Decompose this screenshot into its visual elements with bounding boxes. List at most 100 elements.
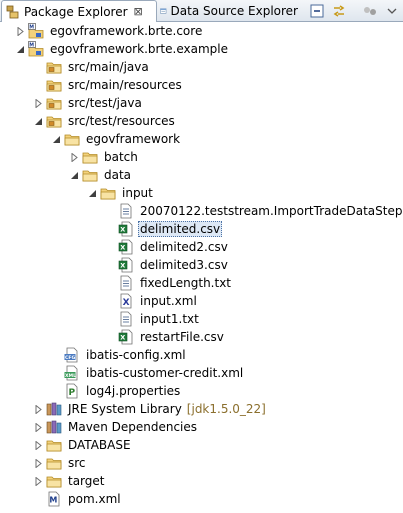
collapsed-twisty-icon[interactable] bbox=[32, 418, 44, 436]
tree-item[interactable]: batch bbox=[68, 148, 140, 166]
tree-item-label: pom.xml bbox=[68, 492, 121, 506]
csv-file-icon bbox=[118, 257, 134, 273]
tree-item[interactable]: fixedLength.txt bbox=[104, 274, 233, 292]
expanded-twisty-icon[interactable] bbox=[50, 130, 62, 148]
expanded-twisty-icon[interactable] bbox=[68, 166, 80, 184]
tree-item[interactable]: egovframework.brte.example bbox=[14, 40, 230, 58]
collapsed-twisty-icon[interactable] bbox=[32, 472, 44, 490]
package-explorer-icon bbox=[6, 5, 19, 18]
tree-item[interactable]: delimited.csv bbox=[104, 220, 223, 238]
collapsed-twisty-icon[interactable] bbox=[14, 22, 26, 40]
tree-item-label: delimited2.csv bbox=[140, 240, 228, 254]
tree-item-label: egovframework.brte.example bbox=[50, 42, 228, 56]
tree-item[interactable]: input bbox=[86, 184, 155, 202]
view-tab-bar: Package Explorer ⊠ Data Source Explorer bbox=[0, 0, 403, 22]
tree-item-label: delimited3.csv bbox=[140, 258, 228, 272]
tree-item-label: input1.txt bbox=[140, 312, 199, 326]
tree-item[interactable]: 20070122.teststream.ImportTradeDataStep.… bbox=[104, 202, 403, 220]
collapse-all-icon[interactable] bbox=[309, 3, 325, 19]
tree-item-label: egovframework bbox=[86, 132, 181, 146]
view-menu-icon[interactable] bbox=[362, 3, 378, 19]
csv-file-icon bbox=[118, 239, 134, 255]
text-file-icon bbox=[118, 203, 134, 219]
tree-item[interactable]: log4j.properties bbox=[50, 382, 182, 400]
tree-item[interactable]: input.xml bbox=[104, 292, 199, 310]
link-with-editor-icon[interactable] bbox=[331, 3, 347, 19]
tree-item[interactable]: src bbox=[32, 454, 88, 472]
tree-item[interactable]: src/main/resources bbox=[32, 76, 184, 94]
expanded-twisty-icon[interactable] bbox=[86, 184, 98, 202]
text-file-icon bbox=[118, 275, 134, 291]
tree-item[interactable]: src/test/resources bbox=[32, 112, 177, 130]
expanded-twisty-icon[interactable] bbox=[14, 40, 26, 58]
collapsed-twisty-icon[interactable] bbox=[32, 454, 44, 472]
maven-project-icon bbox=[28, 23, 44, 39]
folder-icon bbox=[100, 185, 116, 201]
close-icon[interactable]: ⊠ bbox=[134, 5, 143, 18]
collapsed-twisty-icon[interactable] bbox=[32, 400, 44, 418]
tree-item[interactable]: pom.xml bbox=[32, 490, 123, 508]
source-folder-icon bbox=[46, 113, 62, 129]
tree-item-label: input.xml bbox=[140, 294, 197, 308]
folder-icon bbox=[46, 437, 62, 453]
tree-item-label: log4j.properties bbox=[86, 384, 181, 398]
chevron-down-icon[interactable] bbox=[384, 3, 400, 19]
collapsed-twisty-icon[interactable] bbox=[32, 94, 44, 112]
tree-item[interactable]: src/main/java bbox=[32, 58, 151, 76]
tree-item-label: restartFile.csv bbox=[140, 330, 224, 344]
tree-item[interactable]: JRE System Library [jdk1.5.0_22] bbox=[32, 400, 266, 418]
tree-item[interactable]: restartFile.csv bbox=[104, 328, 226, 346]
tree-item-label: batch bbox=[104, 150, 138, 164]
source-folder-icon bbox=[46, 77, 62, 93]
tree-item[interactable]: delimited3.csv bbox=[104, 256, 230, 274]
tree-item[interactable]: src/test/java bbox=[32, 94, 144, 112]
tree-item[interactable]: input1.txt bbox=[104, 310, 201, 328]
tree-item-label: src/main/java bbox=[68, 60, 149, 74]
tab-package-explorer[interactable]: Package Explorer ⊠ bbox=[1, 0, 157, 22]
tree-item-label: input bbox=[122, 186, 153, 200]
tree-item[interactable]: data bbox=[68, 166, 133, 184]
source-folder-icon bbox=[46, 59, 62, 75]
tree-item-label: delimited.csv bbox=[138, 221, 223, 237]
tree-item-label: ibatis-config.xml bbox=[86, 348, 186, 362]
collapsed-twisty-icon[interactable] bbox=[68, 148, 80, 166]
tree-item[interactable]: target bbox=[32, 472, 107, 490]
tree-item-label: target bbox=[68, 474, 105, 488]
tree-item-label: fixedLength.txt bbox=[140, 276, 232, 290]
tree-item-label: egovframework.brte.core bbox=[50, 24, 203, 38]
data-source-icon bbox=[160, 7, 167, 14]
collapsed-twisty-icon[interactable] bbox=[32, 436, 44, 454]
folder-icon bbox=[82, 149, 98, 165]
tree-item[interactable]: DATABASE bbox=[32, 436, 133, 454]
tree-item-decoration: [jdk1.5.0_22] bbox=[186, 402, 266, 416]
xml-map-file-icon bbox=[64, 365, 80, 381]
csv-file-icon bbox=[118, 329, 134, 345]
tree-item[interactable]: ibatis-config.xml bbox=[50, 346, 188, 364]
expanded-twisty-icon[interactable] bbox=[32, 112, 44, 130]
tree-item-label: DATABASE bbox=[68, 438, 131, 452]
tree-item-label: JRE System Library bbox=[68, 402, 182, 416]
tree-item[interactable]: Maven Dependencies bbox=[32, 418, 199, 436]
tree-item-label: src/test/java bbox=[68, 96, 142, 110]
library-icon bbox=[46, 401, 62, 417]
tree-item[interactable]: ibatis-customer-credit.xml bbox=[50, 364, 245, 382]
folder-icon bbox=[46, 455, 62, 471]
folder-icon bbox=[82, 167, 98, 183]
csv-file-icon bbox=[118, 221, 134, 237]
tree-item[interactable]: egovframework bbox=[50, 130, 182, 148]
tree-item[interactable]: delimited2.csv bbox=[104, 238, 230, 256]
tree-item-label: src bbox=[68, 456, 86, 470]
tree-item[interactable]: egovframework.brte.core bbox=[14, 22, 204, 40]
tab-data-source-explorer[interactable]: Data Source Explorer bbox=[156, 0, 298, 21]
tree-item-label: src/test/resources bbox=[68, 114, 175, 128]
tab-label: Data Source Explorer bbox=[170, 3, 298, 18]
